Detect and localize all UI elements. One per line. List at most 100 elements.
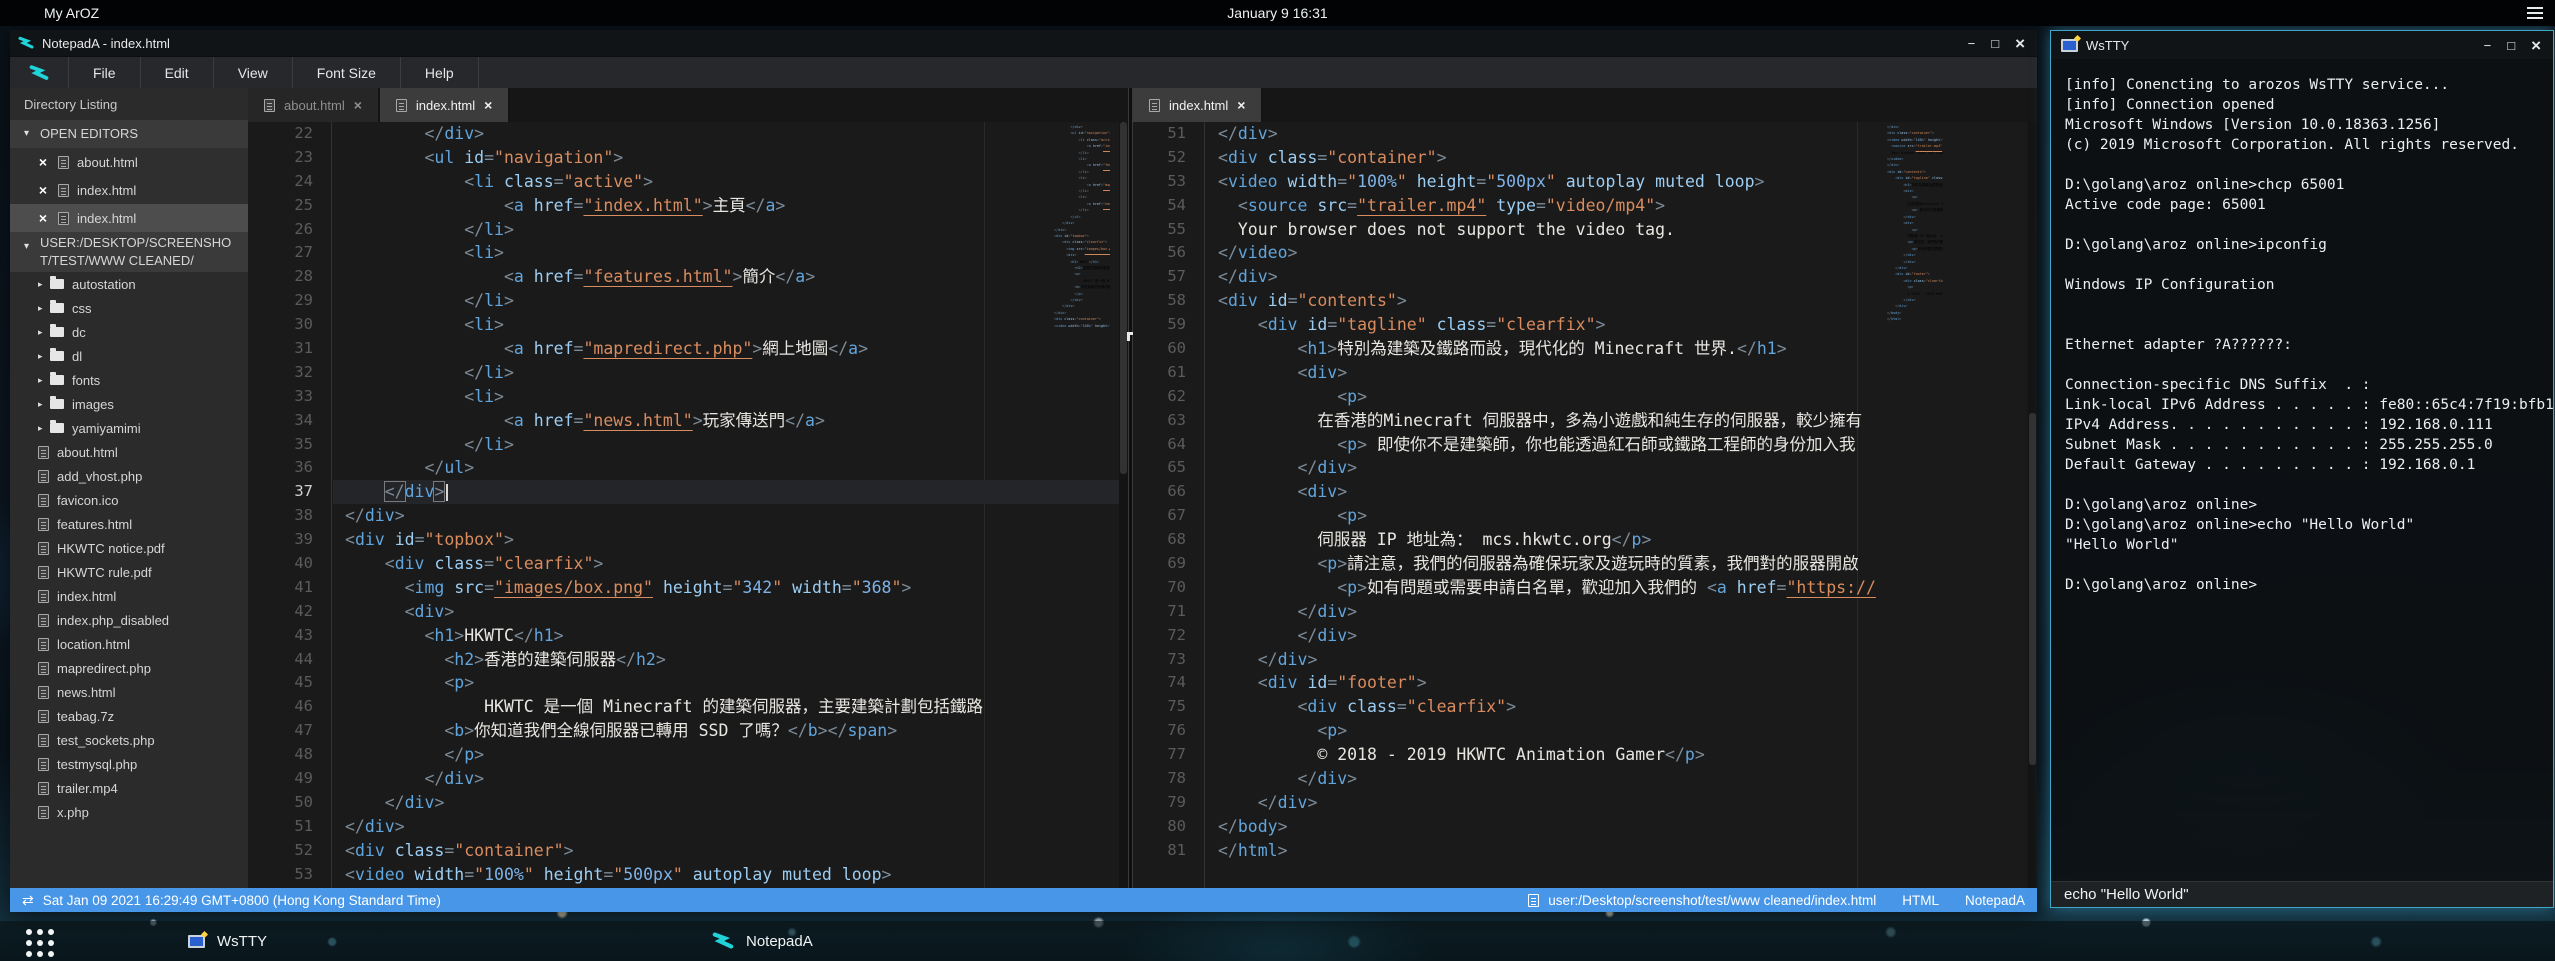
maximize-icon[interactable]: □: [1991, 37, 1999, 50]
open-editor-item[interactable]: ×index.html: [10, 176, 248, 204]
menu-file[interactable]: File: [68, 57, 140, 89]
sidebar-file[interactable]: HKWTC rule.pdf: [10, 560, 248, 584]
code-line[interactable]: </li>: [333, 218, 1128, 242]
sidebar-file[interactable]: features.html: [10, 512, 248, 536]
sidebar-folder[interactable]: ▸dc: [10, 320, 248, 344]
terminal-command-input[interactable]: echo "Hello World": [2051, 881, 2553, 907]
code-line[interactable]: </div>: [333, 480, 1128, 504]
code-line[interactable]: <a href="mapredirect.php">網上地圖</a>: [333, 337, 1128, 361]
code-line[interactable]: </p>: [333, 743, 1128, 767]
editor-tab[interactable]: index.html×: [380, 88, 510, 122]
code-line[interactable]: <ul id="navigation">: [333, 146, 1128, 170]
code-line[interactable]: <li>: [333, 313, 1128, 337]
sidebar-file[interactable]: trailer.mp4: [10, 776, 248, 800]
code-line[interactable]: <li>: [333, 241, 1128, 265]
code-line[interactable]: </div>: [1206, 648, 2037, 672]
code-line[interactable]: </div>: [333, 815, 1128, 839]
code-line[interactable]: <b>你知道我們全線伺服器已轉用 SSD 了嗎？</b></span>: [333, 719, 1128, 743]
sidebar-file[interactable]: x.php: [10, 800, 248, 824]
code-line[interactable]: </div>: [1206, 767, 2037, 791]
code-line[interactable]: </li>: [333, 361, 1128, 385]
close-icon[interactable]: ×: [36, 182, 50, 198]
code-line[interactable]: </div>: [333, 504, 1128, 528]
menu-help[interactable]: Help: [400, 57, 479, 89]
code-line[interactable]: <p>請注意，我們的伺服器為確保玩家及遊玩時的質素，我們對的服器開啟: [1206, 552, 2037, 576]
sidebar-file[interactable]: favicon.ico: [10, 488, 248, 512]
sidebar-file[interactable]: HKWTC notice.pdf: [10, 536, 248, 560]
close-icon[interactable]: ×: [36, 154, 50, 170]
sidebar-file[interactable]: test_sockets.php: [10, 728, 248, 752]
close-icon[interactable]: ×: [36, 210, 50, 226]
sidebar-folder[interactable]: ▸css: [10, 296, 248, 320]
open-editors-section[interactable]: ▾ OPEN EDITORS: [10, 120, 248, 148]
sidebar-file[interactable]: about.html: [10, 440, 248, 464]
maximize-icon[interactable]: □: [2507, 39, 2515, 52]
code-editor[interactable]: </div> <ul id="navigation"> <li class="a…: [333, 122, 1128, 888]
code-line[interactable]: <p>: [1206, 719, 2037, 743]
code-line[interactable]: </div>: [333, 767, 1128, 791]
close-icon[interactable]: ×: [2531, 37, 2541, 54]
code-line[interactable]: </div>: [1206, 791, 2037, 815]
sidebar-folder[interactable]: ▸autostation: [10, 272, 248, 296]
sidebar-folder[interactable]: ▸dl: [10, 344, 248, 368]
code-line[interactable]: © 2018 - 2019 HKWTC Animation Gamer</p>: [1206, 743, 2037, 767]
workspace-section[interactable]: ▾ USER:/DESKTOP/SCREENSHOT/TEST/WWW CLEA…: [10, 232, 248, 272]
sidebar-folder[interactable]: ▸images: [10, 392, 248, 416]
code-line[interactable]: <h1>HKWTC</h1>: [333, 624, 1128, 648]
code-line[interactable]: <img src="images/box.png" height="342" w…: [333, 576, 1128, 600]
open-editor-item[interactable]: ×index.html: [10, 204, 248, 232]
notepad-titlebar[interactable]: NotepadA - index.html − □ ×: [10, 30, 2037, 56]
editor-tab[interactable]: about.html×: [248, 88, 380, 122]
code-line[interactable]: <div id="footer">: [1206, 671, 2037, 695]
code-line[interactable]: <div class="clearfix">: [1206, 695, 2037, 719]
code-line[interactable]: <a href="features.html">簡介</a>: [333, 265, 1128, 289]
code-line[interactable]: </ul>: [333, 456, 1128, 480]
app-launcher-icon[interactable]: [26, 929, 60, 955]
sidebar-folder[interactable]: ▸fonts: [10, 368, 248, 392]
terminal-output[interactable]: [info] Conencting to arozos WsTTY servic…: [2051, 59, 2553, 881]
code-line[interactable]: </div>: [1206, 624, 2037, 648]
code-line[interactable]: <li class="active">: [333, 170, 1128, 194]
editor-tab[interactable]: index.html×: [1133, 88, 1263, 122]
sidebar-file[interactable]: index.php_disabled: [10, 608, 248, 632]
code-line[interactable]: <h2>香港的建築伺服器</h2>: [333, 648, 1128, 672]
scrollbar[interactable]: [2028, 122, 2037, 888]
open-editor-item[interactable]: ×about.html: [10, 148, 248, 176]
code-line[interactable]: <li>: [333, 385, 1128, 409]
code-line[interactable]: </body>: [1206, 815, 2037, 839]
code-line[interactable]: <div class="clearfix">: [333, 552, 1128, 576]
sidebar-file[interactable]: location.html: [10, 632, 248, 656]
menu-view[interactable]: View: [213, 57, 292, 89]
code-line[interactable]: HKWTC 是一個 Minecraft 的建築伺服器，主要建築計劃包括鐵路: [333, 695, 1128, 719]
code-line[interactable]: </div>: [333, 791, 1128, 815]
code-line[interactable]: <a href="news.html">玩家傳送門</a>: [333, 409, 1128, 433]
code-line[interactable]: </li>: [333, 433, 1128, 457]
code-line[interactable]: <video width="100%" height="500px" autop…: [333, 863, 1128, 887]
sidebar-file[interactable]: mapredirect.php: [10, 656, 248, 680]
taskbar-item-wstty[interactable]: WsTTY: [188, 921, 267, 961]
minimap[interactable]: </div><div class="container"><video widt…: [1887, 124, 1943, 544]
sidebar-file[interactable]: news.html: [10, 680, 248, 704]
code-line[interactable]: </li>: [333, 289, 1128, 313]
minimap[interactable]: </div> <ul id="navigation"> <li class="a…: [1054, 124, 1110, 544]
sidebar-file[interactable]: testmysql.php: [10, 752, 248, 776]
tab-close-icon[interactable]: ×: [484, 97, 492, 113]
code-line[interactable]: <div class="container">: [333, 839, 1128, 863]
minimize-icon[interactable]: −: [2484, 39, 2492, 52]
sidebar-file[interactable]: index.html: [10, 584, 248, 608]
minimize-icon[interactable]: −: [1968, 37, 1976, 50]
code-line[interactable]: </div>: [333, 122, 1128, 146]
taskbar-item-notepada[interactable]: NotepadA: [712, 921, 813, 961]
scrollbar[interactable]: [1119, 122, 1128, 888]
tab-close-icon[interactable]: ×: [354, 97, 362, 113]
code-line[interactable]: <p>: [333, 671, 1128, 695]
code-line[interactable]: </html>: [1206, 839, 2037, 863]
wstty-titlebar[interactable]: WsTTY − □ ×: [2051, 31, 2553, 59]
menu-edit[interactable]: Edit: [140, 57, 213, 89]
menu-font-size[interactable]: Font Size: [292, 57, 400, 89]
sidebar-folder[interactable]: ▸yamiyamimi: [10, 416, 248, 440]
sidebar-file[interactable]: teabag.7z: [10, 704, 248, 728]
sidebar-file[interactable]: add_vhost.php: [10, 464, 248, 488]
code-line[interactable]: <a href="index.html">主頁</a>: [333, 194, 1128, 218]
code-line[interactable]: <p>如有問題或需要申請白名單，歡迎加入我們的 <a href="https:/…: [1206, 576, 2037, 600]
